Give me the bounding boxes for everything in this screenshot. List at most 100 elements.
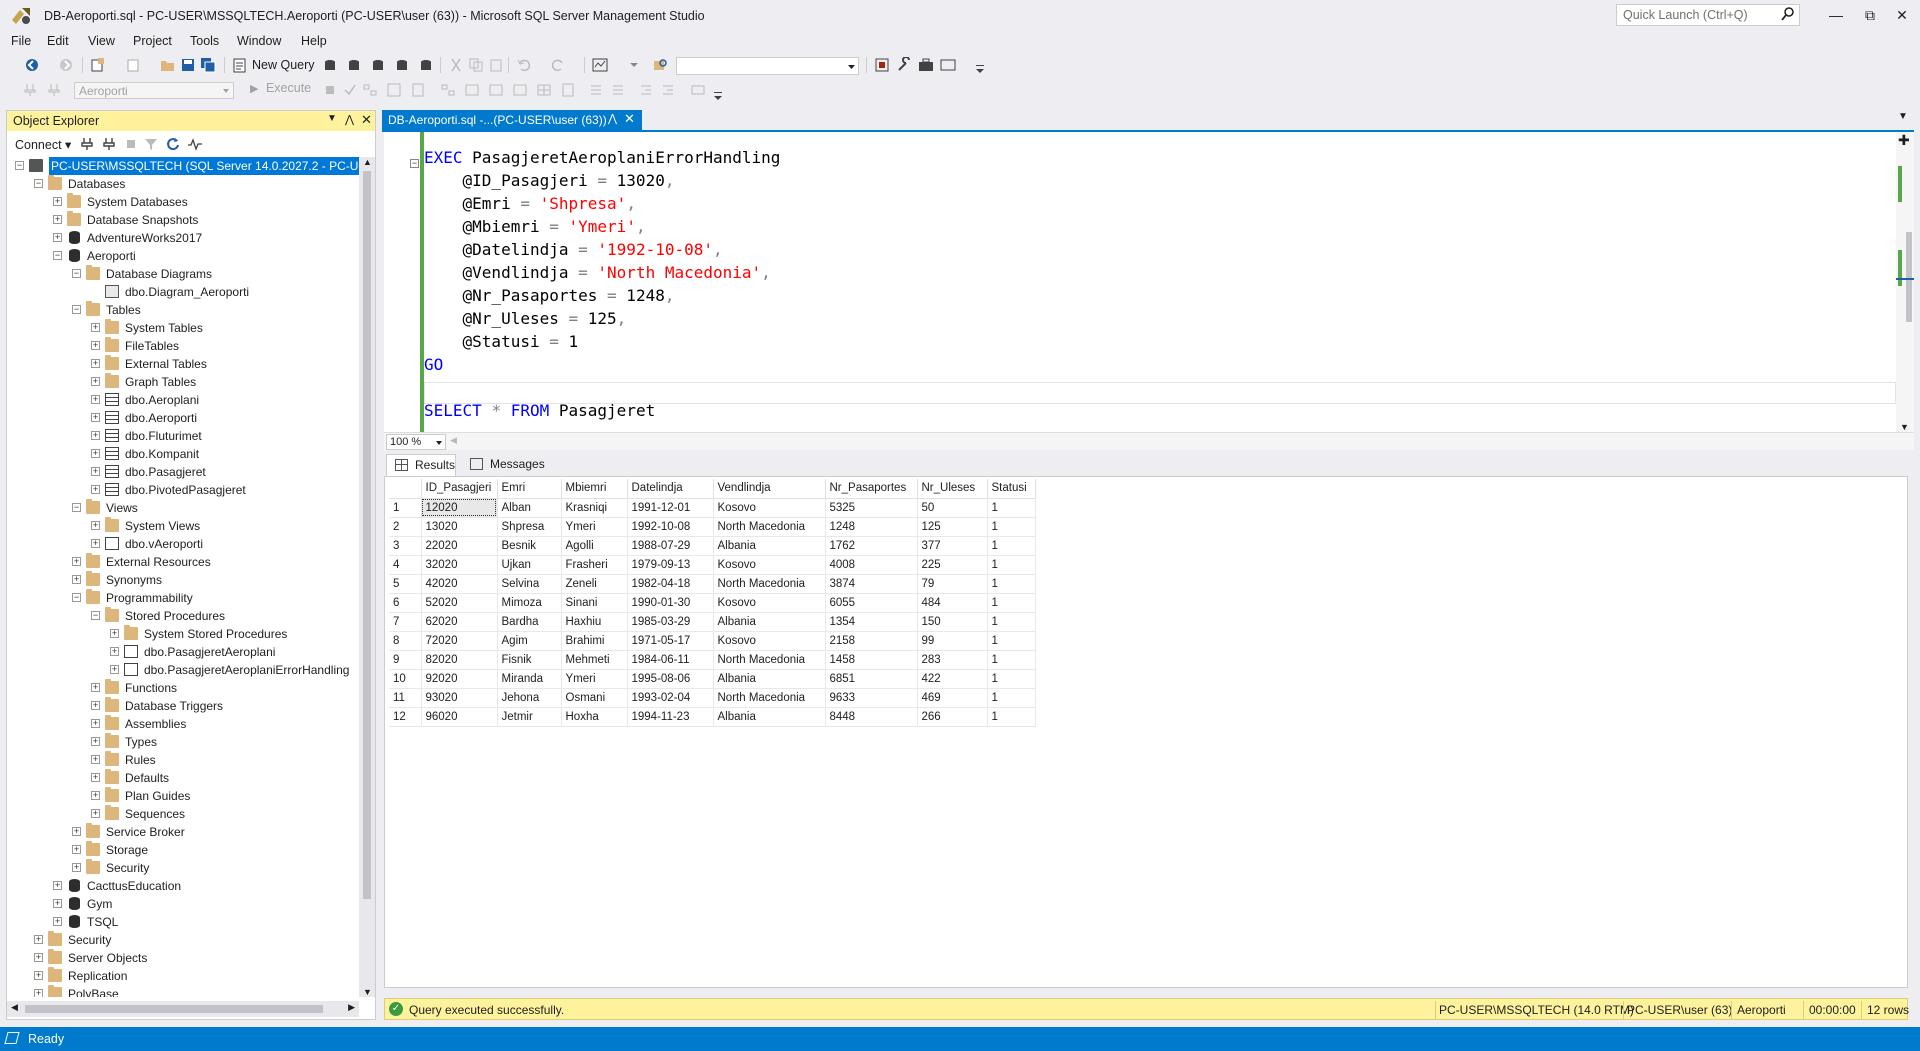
expand-node-icon[interactable]: +	[53, 917, 62, 926]
activity-monitor-icon[interactable]	[592, 57, 608, 73]
table-row[interactable]: 8 72020 Agim Brahimi 1971-05-17 Kosovo 2158 99 1	[389, 631, 1036, 651]
table-row[interactable]: 12 96020 Jetmir Hoxha 1994-11-23 Albania 8448 2…	[389, 707, 1036, 727]
menu-file[interactable]: File	[11, 34, 31, 48]
expand-node-icon[interactable]: +	[72, 575, 81, 584]
expand-node-icon[interactable]: +	[72, 863, 81, 872]
stop-icon[interactable]	[123, 136, 139, 152]
grid-cell[interactable]: Agim	[497, 631, 562, 651]
table-row[interactable]: 6 52020 Mimoza Sinani 1990-01-30 Kosovo 6055 48…	[389, 593, 1036, 613]
grid-cell[interactable]: 93020	[421, 688, 498, 708]
grid-cell[interactable]: 266	[917, 707, 988, 727]
table-row[interactable]: 11 93020 Jehona Osmani 1993-02-04 North Maced…	[389, 688, 1036, 708]
grid-cell[interactable]: 150	[917, 612, 988, 632]
available-databases-combo[interactable]: Aeroporti	[74, 82, 234, 99]
restore-button[interactable]: ⧉	[1856, 4, 1884, 26]
expand-node-icon[interactable]: +	[91, 395, 100, 404]
grid-cell[interactable]: 1984-06-11	[627, 650, 714, 670]
filter-icon[interactable]	[143, 136, 159, 152]
expand-node-icon[interactable]: +	[91, 431, 100, 440]
solution-configuration-combo[interactable]	[676, 57, 859, 75]
scroll-up-icon[interactable]: ▲	[363, 157, 372, 167]
grid-cell[interactable]: Kosovo	[713, 593, 826, 613]
table-row[interactable]: 3 22020 Besnik Agolli 1988-07-29 Albania 1762 3…	[389, 536, 1036, 556]
grid-cell[interactable]: 484	[917, 593, 988, 613]
expand-node-icon[interactable]: +	[110, 647, 119, 656]
grid-cell[interactable]: 1458	[825, 650, 918, 670]
quick-launch-input[interactable]: Quick Launch (Ctrl+Q)	[1616, 4, 1800, 26]
expand-node-icon[interactable]: +	[91, 791, 100, 800]
dropdown-arrow-icon[interactable]	[626, 57, 642, 73]
menu-view[interactable]: View	[88, 34, 115, 48]
grid-cell[interactable]: 5325	[825, 498, 918, 518]
row-number-cell[interactable]: 6	[389, 593, 422, 613]
grid-cell[interactable]: Fisnik	[497, 650, 562, 670]
grid-cell[interactable]: Frasheri	[561, 555, 628, 575]
grid-cell[interactable]: 12020	[421, 498, 498, 518]
save-icon[interactable]	[180, 57, 196, 73]
row-number-cell[interactable]: 5	[389, 574, 422, 594]
expand-node-icon[interactable]: +	[110, 665, 119, 674]
expand-node-icon[interactable]: +	[91, 377, 100, 386]
find-in-files-icon[interactable]	[652, 57, 668, 73]
collapse-node-icon[interactable]: −	[34, 179, 43, 188]
new-project-icon[interactable]	[90, 57, 106, 73]
grid-cell[interactable]: Ymeri	[561, 517, 628, 537]
grid-cell[interactable]: North Macedonia	[713, 517, 826, 537]
table-row[interactable]: 7 62020 Bardha Haxhiu 1985-03-29 Albania 1354 1…	[389, 612, 1036, 632]
row-number-cell[interactable]: 7	[389, 612, 422, 632]
grid-column-header[interactable]: Mbiemri	[561, 479, 628, 499]
expand-node-icon[interactable]: +	[91, 467, 100, 476]
expand-node-icon[interactable]: +	[72, 827, 81, 836]
code-line[interactable]: @Vendlindja = 'North Macedonia',	[424, 261, 771, 284]
grid-cell[interactable]: 1979-09-13	[627, 555, 714, 575]
code-line[interactable]: @Statusi = 1	[424, 330, 579, 353]
scroll-down-icon[interactable]: ▼	[363, 987, 372, 997]
grid-cell[interactable]: 283	[917, 650, 988, 670]
menu-edit[interactable]: Edit	[47, 34, 69, 48]
grid-cell[interactable]: 1	[987, 631, 1036, 651]
expand-node-icon[interactable]: +	[91, 683, 100, 692]
decrease-indent-icon[interactable]	[638, 82, 654, 98]
menu-help[interactable]: Help	[301, 34, 327, 48]
grid-cell[interactable]: 1	[987, 612, 1036, 632]
grid-cell[interactable]: 125	[917, 517, 988, 537]
grid-cell[interactable]: 50	[917, 498, 988, 518]
expand-node-icon[interactable]: +	[110, 629, 119, 638]
minimize-button[interactable]: —	[1822, 4, 1850, 26]
execute-button[interactable]: ▶ Execute	[250, 81, 311, 95]
close-window-button[interactable]: ✕	[1888, 4, 1916, 26]
grid-cell[interactable]: 1	[987, 669, 1036, 689]
grid-cell[interactable]: North Macedonia	[713, 650, 826, 670]
refresh-icon[interactable]	[165, 136, 181, 152]
grid-cell[interactable]: Mimoza	[497, 593, 562, 613]
expand-node-icon[interactable]: +	[91, 359, 100, 368]
expand-node-icon[interactable]: +	[91, 809, 100, 818]
grid-cell[interactable]: 62020	[421, 612, 498, 632]
back-icon[interactable]	[24, 57, 40, 73]
pin-tab-icon[interactable]: ⋀	[608, 112, 617, 125]
collapse-node-icon[interactable]: −	[15, 161, 24, 170]
xmla-query-icon[interactable]	[394, 57, 410, 73]
grid-cell[interactable]: Agolli	[561, 536, 628, 556]
grid-cell[interactable]: 1	[987, 517, 1036, 537]
grid-cell[interactable]: Kosovo	[713, 555, 826, 575]
display-estimated-plan-icon[interactable]	[362, 82, 378, 98]
grid-cell[interactable]: 422	[917, 669, 988, 689]
row-number-cell[interactable]: 3	[389, 536, 422, 556]
tab-results[interactable]: Results	[386, 454, 456, 476]
grid-column-header[interactable]: Nr_Uleses	[917, 479, 988, 499]
grid-column-header[interactable]: Emri	[497, 479, 562, 499]
grid-cell[interactable]: 96020	[421, 707, 498, 727]
expand-node-icon[interactable]: +	[53, 197, 62, 206]
grid-cell[interactable]: 2158	[825, 631, 918, 651]
expand-node-icon[interactable]: +	[91, 755, 100, 764]
grid-cell[interactable]: Albania	[713, 612, 826, 632]
grid-cell[interactable]: 1762	[825, 536, 918, 556]
grid-cell[interactable]: 8448	[825, 707, 918, 727]
expand-node-icon[interactable]: +	[53, 233, 62, 242]
table-row[interactable]: 10 92020 Miranda Ymeri 1995-08-06 Albania 6851…	[389, 669, 1036, 689]
expand-node-icon[interactable]: +	[34, 953, 43, 962]
scroll-down-icon[interactable]: ▼	[1900, 422, 1909, 432]
cancel-query-icon[interactable]	[322, 82, 338, 98]
grid-column-header[interactable]: ID_Pasagjeri	[421, 479, 498, 499]
